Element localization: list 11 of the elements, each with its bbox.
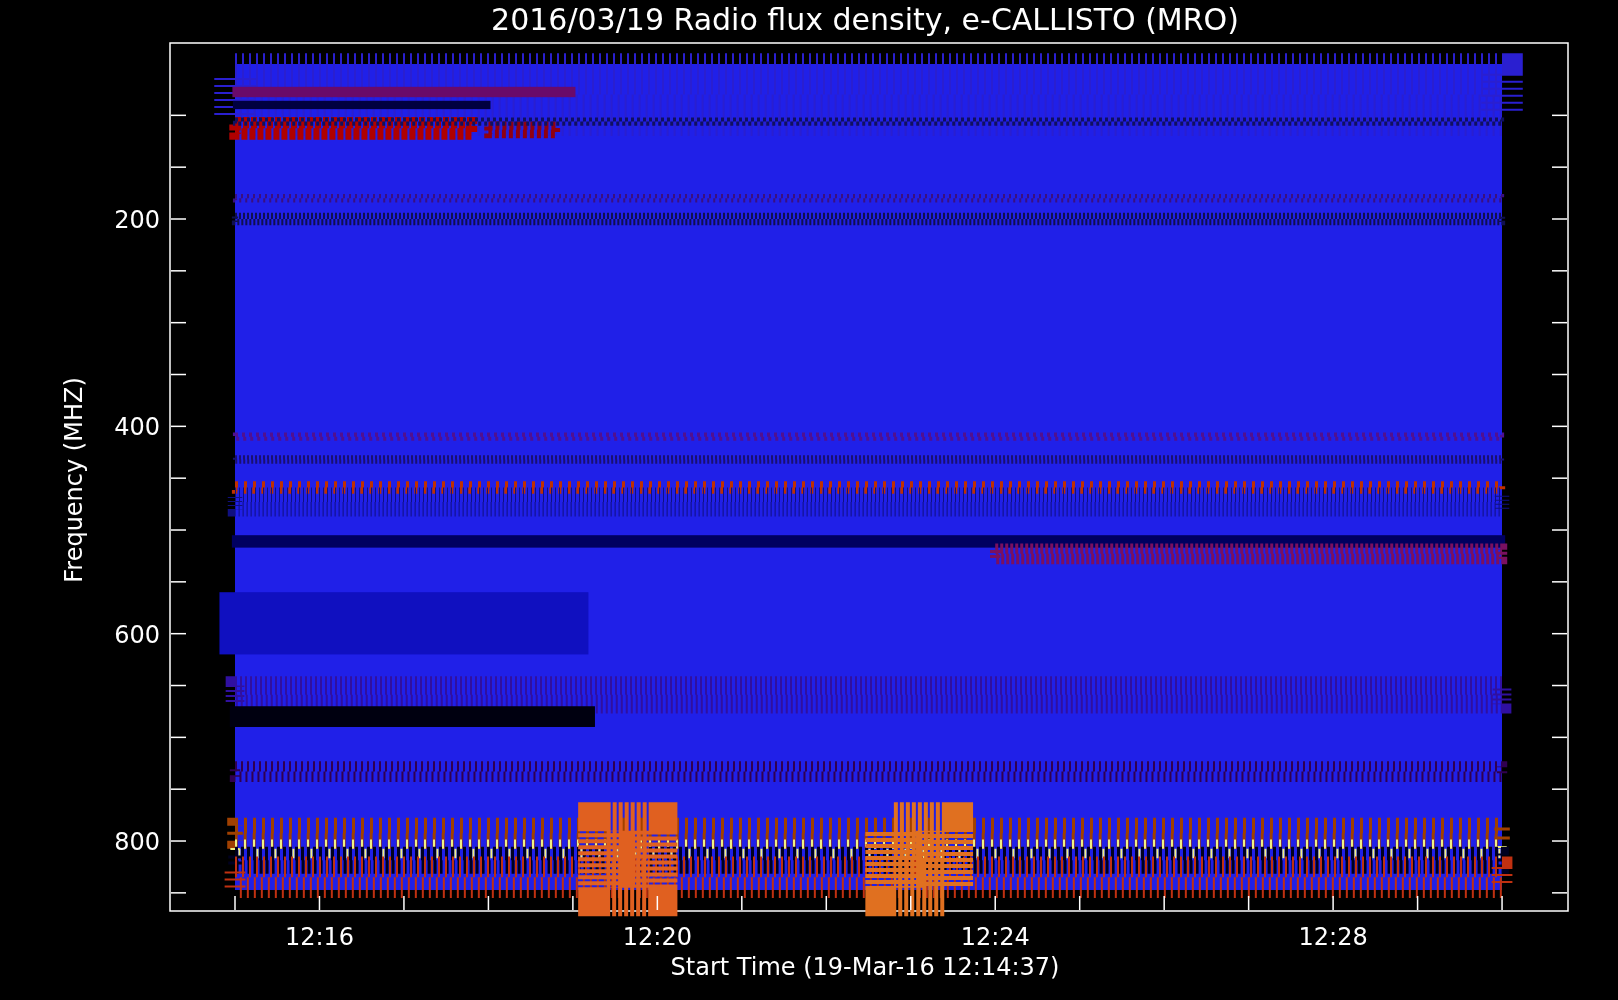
x-tick-label: 12:28 <box>1298 923 1368 951</box>
y-tick-label: 600 <box>114 620 160 649</box>
y-axis-label: Frequency (MHZ) <box>60 377 88 583</box>
y-tick-label: 400 <box>114 413 160 442</box>
y-tick-label: 800 <box>114 828 160 856</box>
chart-title: 2016/03/19 Radio flux density, e-CALLISTO (MRO) <box>491 2 1239 37</box>
x-tick-label: 12:24 <box>960 923 1030 951</box>
x-tick-label: 12:20 <box>622 923 692 951</box>
y-tick-label: 200 <box>114 206 160 234</box>
x-axis-label: Start Time (19-Mar-16 12:14:37) <box>670 953 1060 981</box>
x-tick-label: 12:16 <box>284 923 355 951</box>
